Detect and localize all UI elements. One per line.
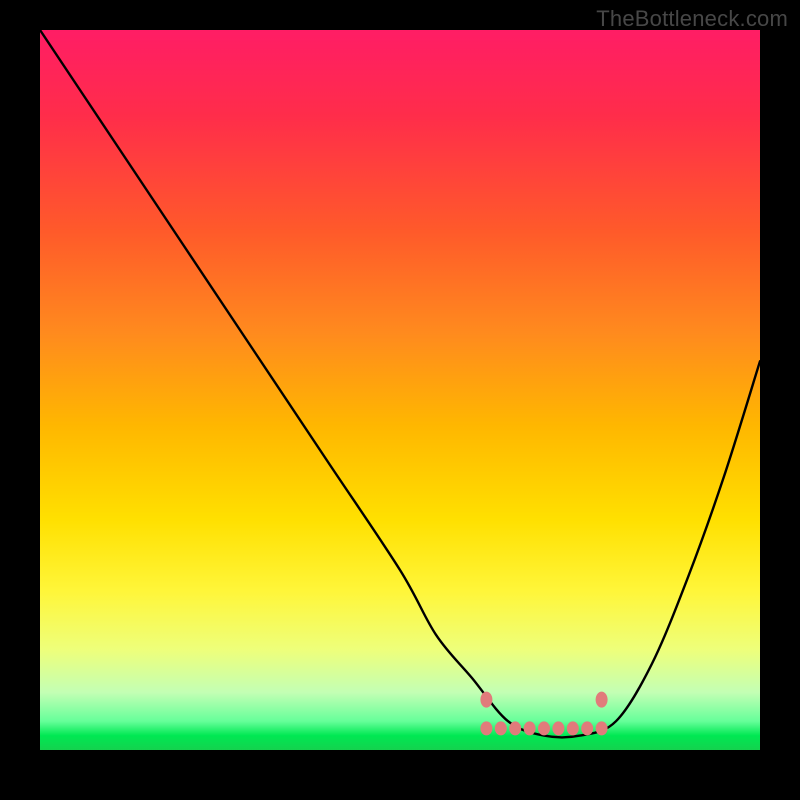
- chart-frame: TheBottleneck.com: [0, 0, 800, 800]
- flat-dot: [538, 721, 550, 735]
- flat-dot: [552, 721, 564, 735]
- flat-dot: [596, 721, 608, 735]
- flat-dot: [524, 721, 536, 735]
- flat-dot: [567, 721, 579, 735]
- flat-dot: [480, 721, 492, 735]
- flat-region-dots: [40, 30, 760, 750]
- flat-dot: [495, 721, 507, 735]
- watermark-text: TheBottleneck.com: [596, 6, 788, 32]
- flat-dot: [581, 721, 593, 735]
- plot-area: [40, 30, 760, 750]
- flat-dot-edge: [480, 692, 492, 708]
- flat-dot-edge: [596, 692, 608, 708]
- flat-dot: [509, 721, 521, 735]
